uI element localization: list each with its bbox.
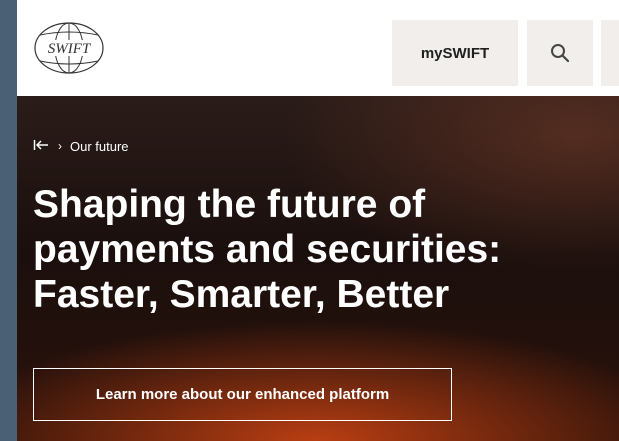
browser-viewport: SWIFT mySWIFT › Our future Shaping the f… bbox=[17, 0, 619, 441]
myswift-label: mySWIFT bbox=[420, 44, 490, 62]
myswift-button[interactable]: mySWIFT bbox=[392, 20, 518, 86]
search-icon bbox=[551, 44, 570, 63]
site-header: SWIFT mySWIFT bbox=[17, 8, 619, 96]
learn-more-label: Learn more about our enhanced platform bbox=[95, 386, 390, 403]
title-line-1: Shaping the future of bbox=[33, 183, 426, 226]
back-to-start-icon[interactable] bbox=[33, 138, 49, 154]
search-button[interactable] bbox=[527, 20, 593, 86]
learn-more-button[interactable]: Learn more about our enhanced platform bbox=[33, 368, 452, 421]
swift-logo[interactable]: SWIFT bbox=[32, 20, 106, 76]
breadcrumb-separator: › bbox=[58, 139, 62, 153]
page-title: Shaping the future of payments and secur… bbox=[33, 182, 613, 317]
globe-logo-icon: SWIFT bbox=[34, 22, 104, 74]
breadcrumb-current[interactable]: Our future bbox=[70, 139, 129, 154]
breadcrumb: › Our future bbox=[33, 138, 129, 154]
title-line-2: payments and securities: bbox=[33, 228, 502, 271]
hero-banner: › Our future Shaping the future of payme… bbox=[17, 96, 619, 441]
title-line-3: Faster, Smarter, Better bbox=[33, 273, 450, 316]
menu-button[interactable] bbox=[601, 20, 619, 86]
logo-text: SWIFT bbox=[48, 41, 92, 57]
